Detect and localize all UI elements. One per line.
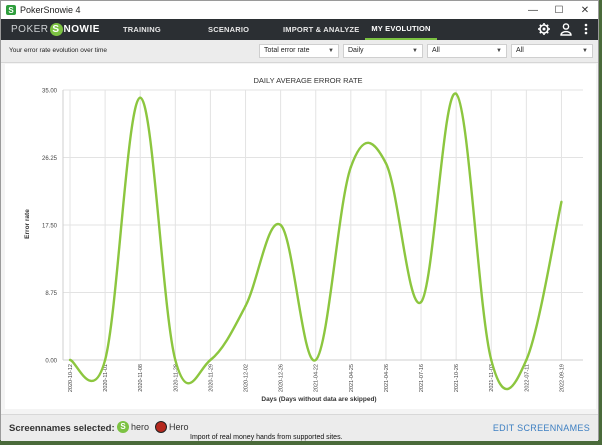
y-tick-label: 0.00 [45,359,57,365]
app-window: S PokerSnowie 4 — ☐ ✕ POKER S NOWIE TRAI… [0,0,599,441]
x-tick-label: 2021-04-22 [314,364,320,392]
data-point [384,162,388,165]
evolution-description: Your error rate evolution over time [9,47,108,54]
screenname-hero[interactable]: S hero [117,421,149,433]
pokersnowie-logo[interactable]: POKER S NOWIE [11,22,100,37]
filter-select-2[interactable]: All ▼ [511,44,593,58]
metric-select[interactable]: Total error rate ▼ [259,44,339,58]
data-point [525,358,528,362]
data-point [174,358,177,362]
x-tick-label: 2020-12-02 [244,364,250,392]
x-tick-label: 2022-07-11 [524,364,530,392]
data-point [490,358,493,362]
x-tick-label: 2022-09-19 [559,364,565,392]
chevron-down-icon: ▼ [328,48,334,54]
data-point [419,300,423,304]
user-icon[interactable] [559,22,573,36]
gear-icon[interactable] [537,22,551,36]
nav-training[interactable]: TRAINING [123,19,161,40]
x-tick-label: 2021-04-25 [349,364,355,392]
y-tick-label: 35.00 [42,89,58,95]
nav-import-analyze[interactable]: IMPORT & ANALYZE [283,19,359,40]
chart-panel: DAILY AVERAGE ERROR RATE 0.00 8.75 17.50 26… [5,64,596,409]
y-tick-label: 8.75 [45,291,57,297]
close-button[interactable]: ✕ [572,1,598,19]
data-point [68,358,72,362]
app-icon: S [6,5,16,15]
data-point [314,358,317,362]
data-point [139,96,142,99]
period-select[interactable]: Daily ▼ [343,44,423,58]
x-axis-label: Days (Days without data are skipped) [261,396,376,403]
chevron-down-icon: ▼ [412,48,418,54]
background-window-text: Import of real money hands from supporte… [190,434,343,441]
edit-screennames-button[interactable]: EDIT SCREENNAMES [493,423,590,433]
x-tick-label: 2021-10-26 [454,364,460,392]
window-controls: — ☐ ✕ [520,1,598,19]
x-tick-label: 2020-11-08 [138,364,144,392]
chart-title: DAILY AVERAGE ERROR RATE [253,76,362,85]
chevron-down-icon: ▼ [582,48,588,54]
x-tick-label: 2020-11-29 [208,364,214,392]
y-tick-label: 26.25 [42,156,58,162]
x-axis-ticks: 2020-10-12 2020-11-01 2020-11-08 2020-11-28… [68,364,565,392]
chart-grid [62,89,583,361]
window-title: PokerSnowie 4 [20,5,81,15]
data-point [279,223,282,227]
y-tick-label: 17.50 [42,224,58,230]
snowie-s-icon: S [49,23,63,36]
screennames-label: Screennames selected: [9,423,115,434]
data-point [103,358,107,362]
more-vertical-icon[interactable] [579,22,593,36]
error-rate-chart: DAILY AVERAGE ERROR RATE 0.00 8.75 17.50 26… [24,76,583,403]
poker-chip-icon [155,421,167,433]
data-point [349,165,353,169]
x-tick-label: 2021-07-16 [419,364,425,392]
y-axis-ticks: 0.00 8.75 17.50 26.25 35.00 [42,89,58,365]
minimize-button[interactable]: — [520,1,546,19]
maximize-button[interactable]: ☐ [546,1,572,19]
data-point [209,358,212,362]
main-nav: POKER S NOWIE TRAINING SCENARIO IMPORT &… [1,19,598,40]
screenname-Hero[interactable]: Hero [155,421,189,433]
nav-scenario[interactable]: SCENARIO [208,19,249,40]
y-axis-label: Error rate [24,209,31,239]
data-point [244,304,247,308]
data-point [560,200,563,204]
nav-my-evolution[interactable]: MY EVOLUTION [365,19,437,40]
data-point [454,92,458,96]
x-tick-label: 2020-11-01 [103,364,109,392]
x-tick-label: 2021-04-26 [384,364,390,392]
filter-bar: Your error rate evolution over time Tota… [1,40,598,63]
x-tick-label: 2020-12-26 [279,364,285,392]
snowie-icon: S [117,421,129,433]
title-bar: S PokerSnowie 4 — ☐ ✕ [1,1,598,19]
chevron-down-icon: ▼ [496,48,502,54]
filter-select-1[interactable]: All ▼ [427,44,507,58]
x-tick-label: 2020-10-12 [68,364,74,392]
